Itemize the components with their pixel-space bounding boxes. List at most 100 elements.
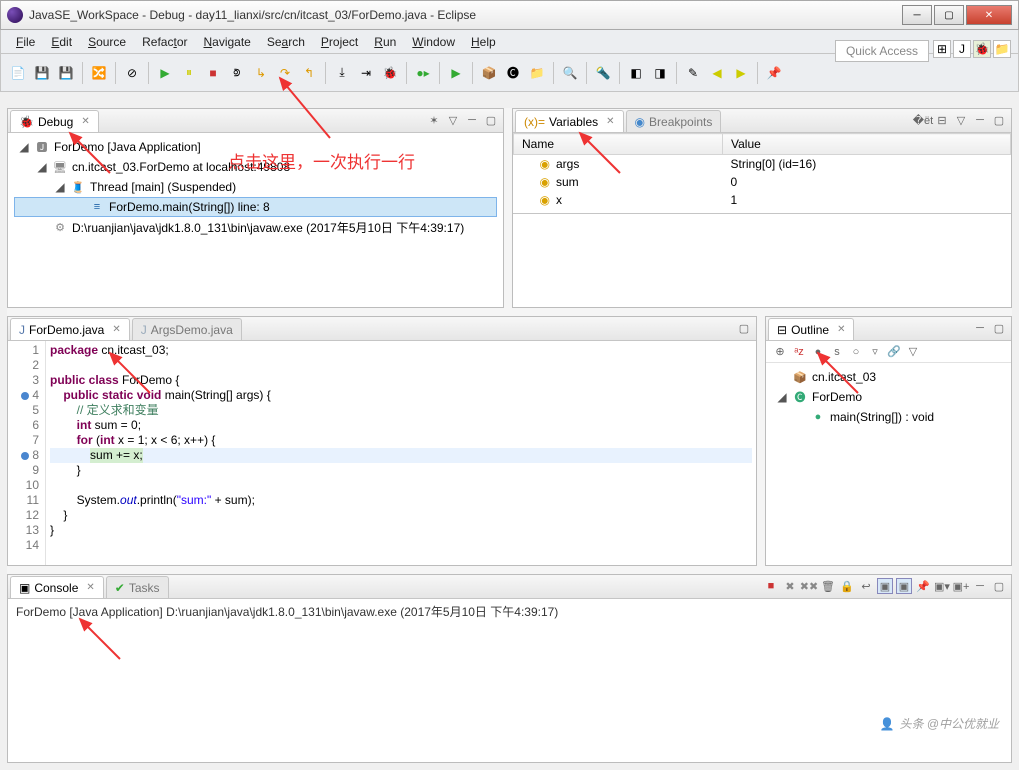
tab-console[interactable]: ▣ Console ✕ bbox=[10, 576, 104, 598]
close-icon[interactable]: ✕ bbox=[606, 116, 614, 127]
menu-refactor[interactable]: Refactor bbox=[135, 33, 194, 51]
debug-tree-row[interactable]: ◢🅹ForDemo [Java Application] bbox=[14, 137, 497, 157]
hide-static-icon[interactable]: s bbox=[829, 344, 845, 360]
word-wrap-icon[interactable]: ↩ bbox=[858, 578, 874, 594]
remove-all-icon[interactable]: ✖✖ bbox=[801, 578, 817, 594]
save-icon[interactable]: 💾 bbox=[32, 63, 52, 83]
menu-edit[interactable]: Edit bbox=[44, 33, 79, 51]
collapse-icon[interactable]: ⊟ bbox=[934, 112, 950, 128]
terminate-icon[interactable]: ■ bbox=[763, 578, 779, 594]
maximize-pane-icon[interactable]: ▢ bbox=[991, 112, 1007, 128]
search-icon[interactable]: 🔦 bbox=[593, 63, 613, 83]
pin-icon[interactable]: 📌 bbox=[764, 63, 784, 83]
clear-console-icon[interactable]: 🗑 bbox=[820, 578, 836, 594]
step-return-icon[interactable]: ↰ bbox=[299, 63, 319, 83]
minimize-pane-icon[interactable]: ─ bbox=[972, 112, 988, 128]
debug-tree-row[interactable]: ≡ForDemo.main(String[]) line: 8 bbox=[14, 197, 497, 217]
outline-row[interactable]: ◢🅒ForDemo bbox=[772, 387, 1005, 407]
maximize-pane-icon[interactable]: ▢ bbox=[483, 112, 499, 128]
remove-launch-icon[interactable]: ✶ bbox=[426, 112, 442, 128]
debug-tree-row[interactable]: ◢🖥cn.itcast_03.ForDemo at localhost:4980… bbox=[14, 157, 497, 177]
debug-icon[interactable]: 🐞 bbox=[380, 63, 400, 83]
quick-access[interactable]: Quick Access bbox=[835, 40, 929, 62]
new-package-icon[interactable]: 📦 bbox=[479, 63, 499, 83]
remove-launch-icon[interactable]: ✖ bbox=[782, 578, 798, 594]
menu-project[interactable]: Project bbox=[314, 33, 365, 51]
annotation-prev-icon[interactable]: ◧ bbox=[626, 63, 646, 83]
run-icon[interactable]: ●▸ bbox=[413, 63, 433, 83]
maximize-pane-icon[interactable]: ▢ bbox=[991, 578, 1007, 594]
step-over-icon[interactable]: ↷ bbox=[275, 63, 295, 83]
menu-source[interactable]: Source bbox=[81, 33, 133, 51]
maximize-pane-icon[interactable]: ▢ bbox=[736, 320, 752, 336]
hide-local-icon[interactable]: ▿ bbox=[867, 344, 883, 360]
tab-tasks[interactable]: ✔ Tasks bbox=[106, 576, 169, 598]
variable-detail-pane[interactable] bbox=[513, 213, 1011, 307]
resume-icon[interactable]: ▶ bbox=[155, 63, 175, 83]
variable-row[interactable]: ◉argsString[0] (id=16) bbox=[514, 155, 1011, 174]
minimize-pane-icon[interactable]: ─ bbox=[972, 578, 988, 594]
hide-nonpublic-icon[interactable]: ○ bbox=[848, 344, 864, 360]
col-value[interactable]: Value bbox=[723, 134, 1011, 155]
open-console-icon[interactable]: ▣+ bbox=[953, 578, 969, 594]
run-last-icon[interactable]: ▶ bbox=[446, 63, 466, 83]
view-menu-icon[interactable]: ▽ bbox=[445, 112, 461, 128]
step-into-icon[interactable]: ↳ bbox=[251, 63, 271, 83]
resource-perspective-icon[interactable]: 📁 bbox=[993, 40, 1011, 58]
last-edit-icon[interactable]: ✎ bbox=[683, 63, 703, 83]
debug-tree-row[interactable]: ⚙D:\ruanjian\java\jdk1.8.0_131\bin\javaw… bbox=[14, 217, 497, 237]
show-console-err-icon[interactable]: ▣ bbox=[896, 578, 912, 594]
focus-icon[interactable]: ⊕ bbox=[772, 344, 788, 360]
show-console-out-icon[interactable]: ▣ bbox=[877, 578, 893, 594]
maximize-pane-icon[interactable]: ▢ bbox=[991, 320, 1007, 336]
tab-fordemo[interactable]: J ForDemo.java ✕ bbox=[10, 318, 130, 340]
open-type-icon[interactable]: 🔍 bbox=[560, 63, 580, 83]
open-perspective-icon[interactable]: ⊞ bbox=[933, 40, 951, 58]
java-perspective-icon[interactable]: J bbox=[953, 40, 971, 58]
outline-row[interactable]: 📦cn.itcast_03 bbox=[772, 367, 1005, 387]
view-menu-icon[interactable]: ▽ bbox=[953, 112, 969, 128]
close-icon[interactable]: ✕ bbox=[81, 116, 89, 127]
scroll-lock-icon[interactable]: 🔒 bbox=[839, 578, 855, 594]
maximize-button[interactable]: ▢ bbox=[934, 5, 964, 25]
code-area[interactable]: package cn.itcast_03; public class ForDe… bbox=[46, 341, 756, 565]
menu-window[interactable]: Window bbox=[405, 33, 462, 51]
debug-tree-row[interactable]: ◢🧵Thread [main] (Suspended) bbox=[14, 177, 497, 197]
tab-argsdemo[interactable]: J ArgsDemo.java bbox=[132, 318, 242, 340]
tab-outline[interactable]: ⊟ Outline ✕ bbox=[768, 318, 854, 340]
back-icon[interactable]: ◀ bbox=[707, 63, 727, 83]
menu-run[interactable]: Run bbox=[367, 33, 403, 51]
view-menu-icon[interactable]: ▽ bbox=[905, 344, 921, 360]
step-filters-icon[interactable]: ⇥ bbox=[356, 63, 376, 83]
annotation-next-icon[interactable]: ◨ bbox=[650, 63, 670, 83]
variable-row[interactable]: ◉x1 bbox=[514, 191, 1011, 209]
minimize-button[interactable]: ─ bbox=[902, 5, 932, 25]
switch-icon[interactable]: 🔀 bbox=[89, 63, 109, 83]
close-icon[interactable]: ✕ bbox=[112, 324, 120, 335]
minimize-pane-icon[interactable]: ─ bbox=[972, 320, 988, 336]
save-all-icon[interactable]: 💾 bbox=[56, 63, 76, 83]
col-name[interactable]: Name bbox=[514, 134, 723, 155]
sort-icon[interactable]: ᵃz bbox=[791, 344, 807, 360]
close-icon[interactable]: ✕ bbox=[86, 582, 94, 593]
variable-row[interactable]: ◉sum0 bbox=[514, 173, 1011, 191]
link-icon[interactable]: 🔗 bbox=[886, 344, 902, 360]
minimize-pane-icon[interactable]: ─ bbox=[464, 112, 480, 128]
debug-perspective-icon[interactable]: 🐞 bbox=[973, 40, 991, 58]
display-console-icon[interactable]: ▣▾ bbox=[934, 578, 950, 594]
tab-variables[interactable]: (x)= Variables ✕ bbox=[515, 110, 624, 132]
drop-frame-icon[interactable]: ⤓ bbox=[332, 63, 352, 83]
forward-icon[interactable]: ▶ bbox=[731, 63, 751, 83]
pin-console-icon[interactable]: 📌 bbox=[915, 578, 931, 594]
close-icon[interactable]: ✕ bbox=[837, 324, 845, 335]
menu-navigate[interactable]: Navigate bbox=[196, 33, 257, 51]
new-class-icon[interactable]: 🅒 bbox=[503, 63, 523, 83]
menu-file[interactable]: File bbox=[9, 33, 42, 51]
disconnect-icon[interactable]: ⟄ bbox=[227, 63, 247, 83]
new-folder-icon[interactable]: 📁 bbox=[527, 63, 547, 83]
menu-search[interactable]: Search bbox=[260, 33, 312, 51]
outline-row[interactable]: ●main(String[]) : void bbox=[772, 407, 1005, 427]
close-button[interactable]: ✕ bbox=[966, 5, 1012, 25]
skip-breakpoints-icon[interactable]: ⊘ bbox=[122, 63, 142, 83]
line-gutter[interactable]: 1234567891011121314 bbox=[8, 341, 46, 565]
